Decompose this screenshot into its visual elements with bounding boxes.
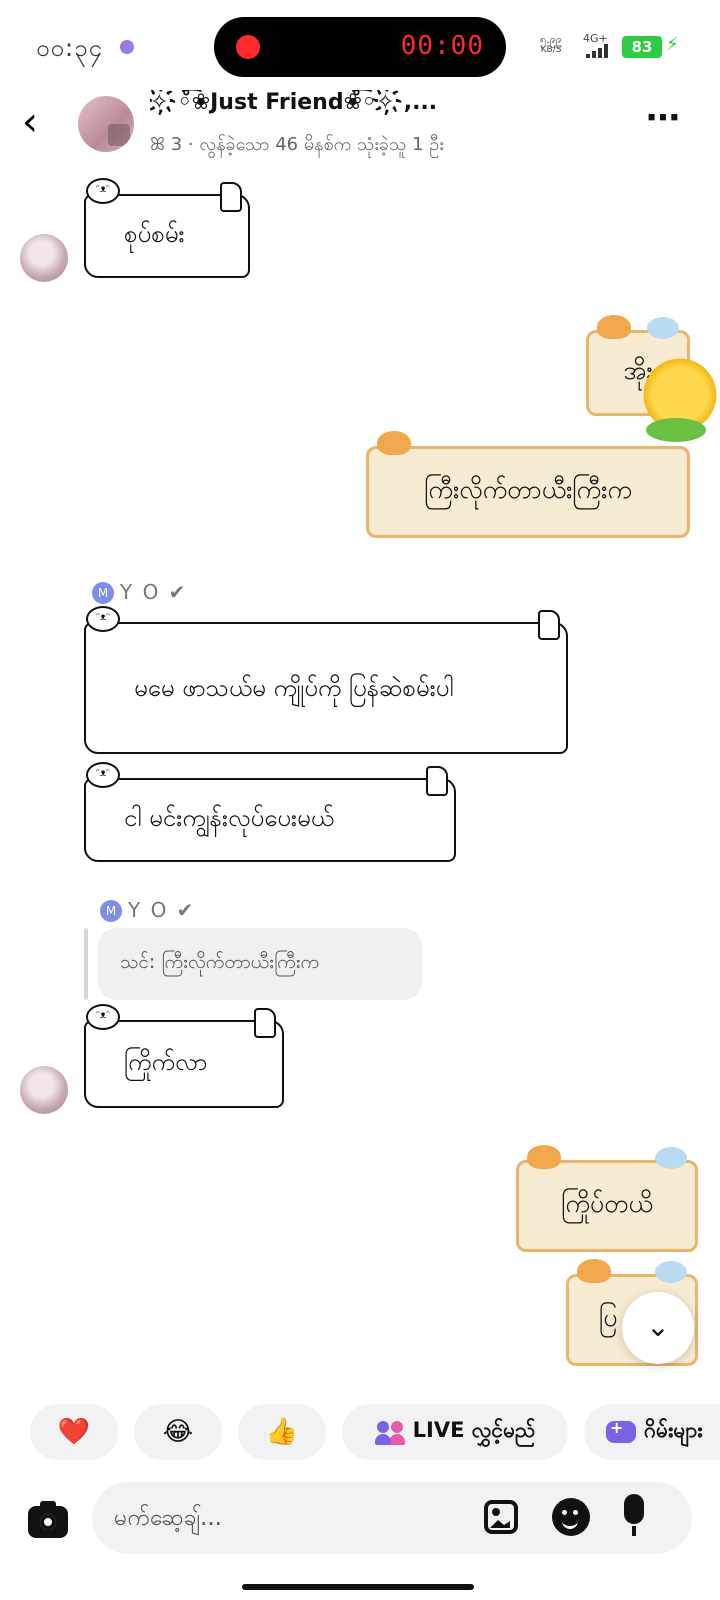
message-bubble[interactable]: ᵔᴥᵔ စုပ်စမ်း (84, 178, 250, 278)
scroll-curl-icon (538, 610, 560, 640)
reply-indicator (84, 928, 88, 1000)
sunflower-sticker-icon[interactable] (640, 350, 720, 442)
heart-reaction-button[interactable]: ❤️ (30, 1404, 118, 1460)
sticker-face-icon: ᵔᴥᵔ (86, 1004, 120, 1030)
chat-subtitle: ꕤ 3 · လွန်ခဲ့သော 46 မိနစ်က သုံးခဲ့သူ 1 ဦ… (150, 134, 444, 155)
thumbs-up-icon: 👍 (265, 1417, 299, 1447)
message-input[interactable] (114, 1500, 474, 1536)
games-button[interactable]: ဂိမ်းများ (584, 1404, 720, 1460)
recording-time: 00:00 (400, 31, 484, 61)
battery-level: 83 (622, 36, 662, 58)
charging-icon: ⚡ (666, 34, 679, 55)
people-icon (374, 1419, 405, 1445)
message-input-container (92, 1482, 692, 1554)
sticker-icon[interactable] (552, 1498, 590, 1536)
record-dot-icon (236, 35, 260, 59)
screen-recording-pill[interactable]: 00:00 (214, 17, 506, 77)
group-avatar[interactable] (78, 96, 134, 152)
message-bubble[interactable]: ကြီးလိုက်တာယီးကြီးက (366, 431, 690, 538)
network-speed-value: ၅.၉၉ (540, 33, 563, 46)
reply-quote[interactable]: သင်: ကြီးလိုက်တာယီးကြီးက (98, 928, 422, 1000)
sender-name: M Y O ✔ (100, 898, 195, 922)
gallery-icon[interactable] (484, 1500, 518, 1534)
message-bubble[interactable]: ကြိုပ်တယိ (516, 1145, 698, 1252)
notification-icon (120, 40, 134, 54)
message-bubble[interactable]: ᵔᴥᵔ မမေ ဖာသယ်မ ကျိုပ်ကို ပြန်ဆဲစမ်းပါ (84, 606, 568, 754)
network-speed: ၅.၉၉ KB/S (540, 34, 562, 56)
network-speed-unit: KB/S (540, 45, 562, 55)
games-label: ဂိမ်းများ (644, 1417, 703, 1442)
chat-header: ‹ ✧҉◦̊͡❀Just Friend❀̊͡◦✧҉,... ꕤ 3 · လွန်… (0, 88, 720, 168)
sticker-face-icon: ᵔᴥᵔ (86, 606, 120, 632)
heart-icon: ❤️ (57, 1417, 91, 1447)
message-text: ငါ မင်းကျွန်းလုပ်ပေးမယ် (124, 804, 335, 832)
cat-sticker-icon (377, 431, 411, 455)
gamepad-icon (606, 1418, 636, 1443)
quick-actions-bar: ❤️ 😂 👍 LIVE လွှင့်မည် ဂိမ်းများ (0, 1394, 720, 1470)
sender-initial-icon: M (100, 900, 122, 922)
puppy-sticker-icon (655, 1261, 687, 1283)
laugh-emoji-icon: 😂 (162, 1417, 194, 1447)
cat-sticker-icon (527, 1145, 561, 1169)
message-text: ကြိုပ်တယိ (561, 1188, 653, 1218)
message-text: ပြ (599, 1302, 618, 1332)
sender-name: M Y O ✔ (92, 580, 187, 604)
puppy-sticker-icon (655, 1147, 687, 1169)
status-bar: ၀၀:၃၄ 00:00 ၅.၉၉ KB/S 4G+ 83 ⚡ (0, 0, 720, 90)
scroll-curl-icon (254, 1008, 276, 1038)
scroll-curl-icon (220, 182, 242, 212)
message-text: ကြီးလိုက်တာယီးကြီးက (424, 474, 632, 504)
go-live-label: LIVE လွှင့်မည် (412, 1417, 536, 1442)
sender-avatar[interactable] (20, 1066, 68, 1114)
home-indicator[interactable] (242, 1584, 474, 1590)
message-bubble[interactable]: ᵔᴥᵔ ကြိုက်လာ (84, 1004, 284, 1108)
sender-initial-icon: M (92, 582, 114, 604)
chat-title[interactable]: ✧҉◦̊͡❀Just Friend❀̊͡◦✧҉,... (150, 90, 630, 115)
message-bubble[interactable]: ᵔᴥᵔ ငါ မင်းကျွန်းလုပ်ပေးမယ် (84, 762, 456, 862)
signal-icon (586, 44, 610, 58)
message-text: မမေ ဖာသယ်မ ကျိုပ်ကို ပြန်ဆဲစမ်းပါ (134, 674, 454, 702)
puppy-sticker-icon (647, 317, 679, 339)
go-live-button[interactable]: LIVE လွှင့်မည် (342, 1404, 568, 1460)
sticker-face-icon: ᵔᴥᵔ (86, 762, 120, 788)
sticker-face-icon: ᵔᴥᵔ (86, 178, 120, 204)
scroll-curl-icon (426, 766, 448, 796)
camera-icon[interactable] (28, 1501, 68, 1538)
message-text: ကြိုက်လာ (124, 1048, 208, 1076)
microphone-icon[interactable] (624, 1494, 644, 1536)
sender-name-text: Y O ✔ (120, 580, 188, 604)
clock: ၀၀:၃၄ (36, 34, 104, 62)
sender-avatar[interactable] (20, 234, 68, 282)
reply-quote-text: သင်: ကြီးလိုက်တာယီးကြီးက (120, 951, 320, 973)
back-icon[interactable]: ‹ (22, 102, 58, 146)
cat-sticker-icon (577, 1259, 611, 1283)
thumbs-up-button[interactable]: 👍 (238, 1404, 326, 1460)
cat-sticker-icon (597, 315, 631, 339)
scroll-to-bottom-button[interactable]: ⌄ (622, 1292, 694, 1364)
laugh-reaction-button[interactable]: 😂 (134, 1404, 222, 1460)
sender-name-text: Y O ✔ (128, 898, 196, 922)
more-options-icon[interactable]: ⋯ (646, 98, 682, 138)
message-composer (0, 1480, 720, 1570)
message-text: စုပ်စမ်း (124, 220, 185, 248)
